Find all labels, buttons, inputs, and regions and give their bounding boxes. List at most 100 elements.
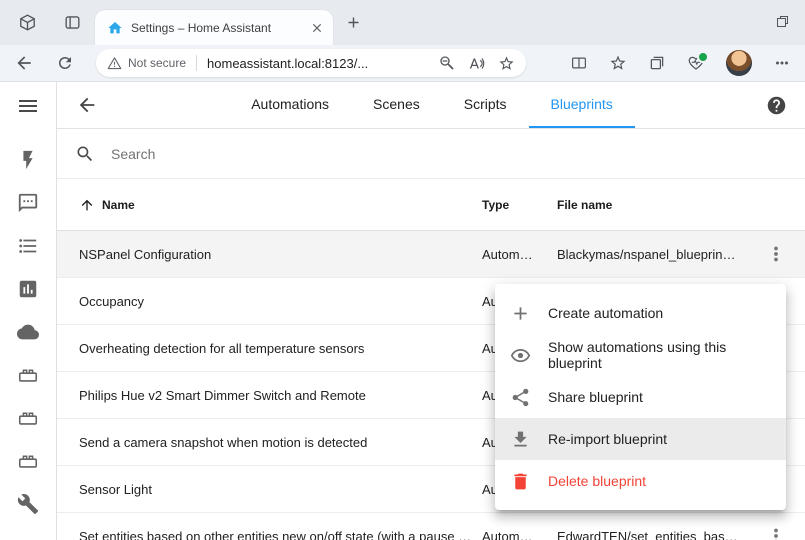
table-row[interactable]: Set entities based on other entities new… xyxy=(57,513,805,540)
lightning-bolt-icon xyxy=(17,149,39,171)
dots-vertical-icon xyxy=(765,243,787,265)
search-input[interactable] xyxy=(109,145,787,163)
menu-item-label: Create automation xyxy=(548,305,663,321)
toolbar-right-actions xyxy=(570,50,791,76)
share-icon xyxy=(510,387,531,408)
sidebar-item-history[interactable] xyxy=(16,277,40,301)
status-badge xyxy=(697,51,709,63)
column-header-name[interactable]: Name xyxy=(79,197,482,213)
row-name: Send a camera snapshot when motion is de… xyxy=(79,435,482,450)
row-name: NSPanel Configuration xyxy=(79,247,482,262)
menu-item-share-blueprint[interactable]: Share blueprint xyxy=(495,376,786,418)
dots-vertical-icon xyxy=(765,525,787,540)
sidebar-item-todo[interactable] xyxy=(16,234,40,258)
list-icon xyxy=(17,235,39,257)
menu-item-reimport-blueprint[interactable]: Re-import blueprint xyxy=(495,418,786,460)
search-bar xyxy=(57,129,805,179)
chart-box-icon xyxy=(17,278,39,300)
tab-title: Settings – Home Assistant xyxy=(131,21,300,35)
sidebar-item-hub-1[interactable] xyxy=(16,363,40,387)
row-type: Autom… xyxy=(482,247,557,262)
sidebar-item-tools[interactable] xyxy=(16,492,40,516)
help-button[interactable] xyxy=(763,95,789,116)
sidebar-item-assist[interactable] xyxy=(16,191,40,215)
browser-toolbar: Not secure homeassistant.local:8123/... xyxy=(0,45,805,82)
browser-essentials-button[interactable] xyxy=(687,54,705,72)
wrench-icon xyxy=(17,493,39,515)
warning-icon xyxy=(107,56,122,71)
security-label: Not secure xyxy=(128,56,186,70)
sidebar-item-cloud[interactable] xyxy=(16,320,40,344)
download-icon xyxy=(510,429,531,450)
tab-scripts[interactable]: Scripts xyxy=(442,82,529,128)
plus-icon xyxy=(510,303,531,324)
sidebar-item-hub-2[interactable] xyxy=(16,406,40,430)
split-screen-button[interactable] xyxy=(570,54,588,72)
app-sidebar xyxy=(0,82,57,540)
collections-button[interactable] xyxy=(648,54,666,72)
titlebar-left-actions xyxy=(18,0,82,45)
bookmark-star-button[interactable] xyxy=(498,55,515,72)
table-row[interactable]: NSPanel Configuration Autom… Blackymas/n… xyxy=(57,231,805,278)
search-icon xyxy=(75,144,95,164)
sidebar-menu-button[interactable] xyxy=(16,94,40,118)
new-tab-button[interactable] xyxy=(345,14,362,31)
tab-automations[interactable]: Automations xyxy=(229,82,351,128)
refresh-button[interactable] xyxy=(56,54,74,72)
column-header-type[interactable]: Type xyxy=(482,198,557,212)
cloud-icon xyxy=(17,321,39,343)
row-context-menu: Create automation Show automations using… xyxy=(495,284,786,510)
menu-item-label: Share blueprint xyxy=(548,389,643,405)
row-menu-button[interactable] xyxy=(756,234,796,274)
menu-item-create-automation[interactable]: Create automation xyxy=(495,292,786,334)
column-label-name: Name xyxy=(102,198,135,212)
row-file: EdwardTEN/set_entities_bas… xyxy=(557,529,747,540)
read-aloud-button[interactable] xyxy=(468,55,485,72)
brick-icon xyxy=(17,364,39,386)
sidebar-items xyxy=(16,148,40,516)
sidebar-item-hub-3[interactable] xyxy=(16,449,40,473)
vertical-tabs-icon xyxy=(63,13,82,32)
profile-avatar[interactable] xyxy=(726,50,752,76)
browser-window: Settings – Home Assistant Not secure hom… xyxy=(0,0,805,540)
menu-item-delete-blueprint[interactable]: Delete blueprint xyxy=(495,460,786,502)
row-name: Sensor Light xyxy=(79,482,482,497)
workspaces-button[interactable] xyxy=(18,13,37,32)
brick-icon xyxy=(17,450,39,472)
favorites-button[interactable] xyxy=(609,54,627,72)
browser-titlebar: Settings – Home Assistant xyxy=(0,0,805,45)
app-back-button[interactable] xyxy=(73,94,101,116)
zoom-button[interactable] xyxy=(439,55,455,71)
row-menu-button[interactable] xyxy=(756,516,796,540)
tab-scenes[interactable]: Scenes xyxy=(351,82,442,128)
back-button[interactable] xyxy=(14,53,34,73)
row-file: Blackymas/nspanel_blueprin… xyxy=(557,247,747,262)
window-restore-button[interactable] xyxy=(776,15,789,28)
sort-ascending-icon xyxy=(79,197,95,213)
cube-icon xyxy=(18,13,37,32)
nav-tabs: Automations Scenes Scripts Blueprints xyxy=(101,82,763,128)
menu-item-label: Delete blueprint xyxy=(548,473,646,489)
address-bar-actions xyxy=(439,55,515,72)
menu-item-label: Show automations using this blueprint xyxy=(548,339,771,371)
tab-actions-button[interactable] xyxy=(63,13,82,32)
browser-tab[interactable]: Settings – Home Assistant xyxy=(95,10,333,45)
trash-icon xyxy=(510,471,531,492)
tab-close-button[interactable] xyxy=(308,19,325,36)
home-assistant-favicon-icon xyxy=(107,20,123,36)
row-type: Autom… xyxy=(482,529,557,540)
chat-icon xyxy=(17,192,39,214)
tab-blueprints[interactable]: Blueprints xyxy=(529,82,635,128)
site-security-chip[interactable]: Not secure xyxy=(107,56,186,71)
menu-item-label: Re-import blueprint xyxy=(548,431,667,447)
address-divider xyxy=(196,55,197,71)
row-name: Overheating detection for all temperatur… xyxy=(79,341,482,356)
brick-icon xyxy=(17,407,39,429)
browser-menu-button[interactable] xyxy=(773,54,791,72)
address-bar[interactable]: Not secure homeassistant.local:8123/... xyxy=(96,49,526,77)
row-name: Set entities based on other entities new… xyxy=(79,529,482,540)
column-header-file[interactable]: File name xyxy=(557,198,747,212)
table-header: Name Type File name xyxy=(57,179,805,231)
sidebar-item-energy[interactable] xyxy=(16,148,40,172)
menu-item-show-automations[interactable]: Show automations using this blueprint xyxy=(495,334,786,376)
